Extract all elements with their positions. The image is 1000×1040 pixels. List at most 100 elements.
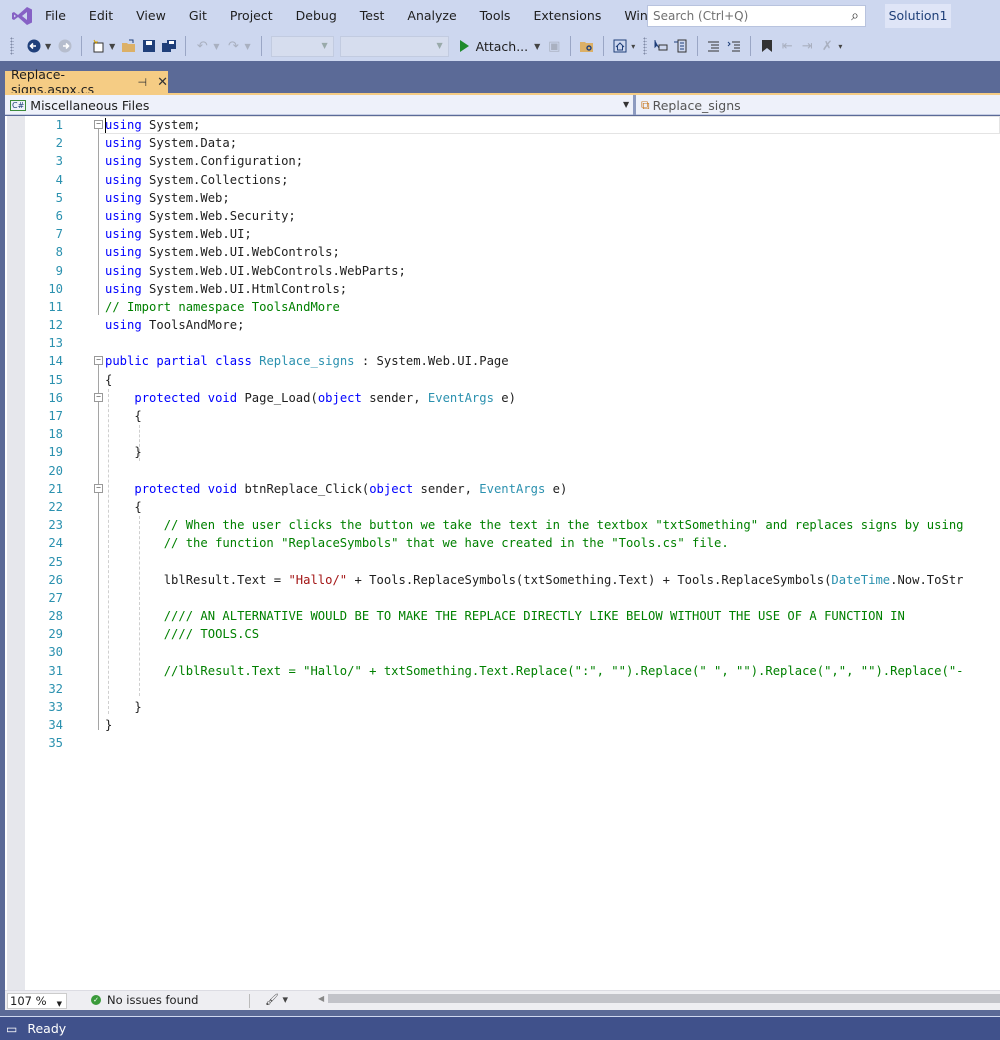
menu-git[interactable]: Git [177, 0, 218, 31]
menu-edit[interactable]: Edit [77, 0, 124, 31]
code-line[interactable]: 34} [5, 716, 1000, 734]
code-line[interactable]: 31 //lblResult.Text = "Hallo/" + txtSome… [5, 662, 1000, 680]
collapse-icon[interactable]: − [94, 120, 103, 129]
code-line[interactable]: 24 // the function "ReplaceSymbols" that… [5, 534, 1000, 552]
comment-icon[interactable] [672, 35, 690, 57]
collapse-icon[interactable]: − [94, 483, 103, 493]
code-line[interactable]: 16 − protected void Page_Load(object send… [5, 389, 1000, 407]
select-icon[interactable] [652, 35, 670, 57]
code-cleanup-icon[interactable]: 🖌 ▾ [265, 993, 288, 1006]
new-project-icon[interactable] [89, 35, 107, 57]
collapse-icon[interactable]: − [94, 392, 103, 402]
outdent-icon[interactable] [705, 35, 723, 57]
code-line[interactable]: 2 using System.Data; [5, 134, 1000, 152]
code-line[interactable]: 7 using System.Web.UI; [5, 225, 1000, 243]
new-project-dropdown-caret[interactable]: ▼ [109, 42, 115, 51]
toolbar-grip[interactable] [643, 37, 648, 55]
code-line[interactable]: 1 − using System; [5, 116, 1000, 134]
type-dropdown[interactable]: ⧉ Replace_signs [641, 95, 741, 115]
code-line[interactable]: 35 [5, 734, 1000, 752]
solution-platform-combo[interactable]: ▼ [339, 35, 449, 57]
attach-button[interactable]: Attach... ▼ [459, 39, 545, 54]
code-line[interactable]: 27 [5, 589, 1000, 607]
output-window-icon[interactable]: ▭ [6, 1022, 17, 1036]
open-folder-icon[interactable] [120, 35, 138, 57]
search-input[interactable]: Search (Ctrl+Q) ⌕ [647, 5, 866, 27]
issues-indicator[interactable]: ✓ No issues found [91, 993, 198, 1007]
back-icon[interactable] [25, 35, 43, 57]
code-line[interactable]: 6 using System.Web.Security; [5, 207, 1000, 225]
code-line[interactable]: 20 [5, 462, 1000, 480]
save-icon[interactable] [140, 35, 158, 57]
horizontal-scrollbar[interactable] [328, 994, 1000, 1003]
code-line[interactable]: 19 } [5, 443, 1000, 461]
code-text: using System.Web.UI.HtmlControls; [105, 281, 348, 296]
code-line[interactable]: 25 [5, 553, 1000, 571]
code-line[interactable]: 21 − protected void btnReplace_Click(obje… [5, 480, 1000, 498]
collapse-icon[interactable]: − [94, 356, 103, 366]
code-line[interactable]: 12 using ToolsAndMore; [5, 316, 1000, 334]
menu-test[interactable]: Test [348, 0, 396, 31]
zoom-level-combo[interactable]: 107 % ▼ [7, 993, 67, 1009]
code-line[interactable]: 30 [5, 643, 1000, 661]
code-line[interactable]: 23 // When the user clicks the button we… [5, 516, 1000, 534]
code-line[interactable]: 15 { [5, 371, 1000, 389]
indent-icon[interactable] [725, 35, 743, 57]
menu-analyze[interactable]: Analyze [395, 0, 467, 31]
code-line[interactable]: 11 // Import namespace ToolsAndMore [5, 298, 1000, 316]
next-bookmark-icon[interactable]: ⇥ [798, 35, 816, 57]
code-line[interactable]: 18 [5, 425, 1000, 443]
code-line[interactable]: 8 using System.Web.UI.WebControls; [5, 243, 1000, 261]
forward-icon[interactable] [56, 35, 74, 57]
menu-view[interactable]: View [124, 0, 177, 31]
clear-bookmark-icon[interactable]: ✗ [818, 35, 836, 57]
toolbar-overflow-icon[interactable]: ▾ [838, 42, 842, 51]
prev-bookmark-icon[interactable]: ⇤ [778, 35, 796, 57]
attach-dropdown-caret[interactable]: ▼ [534, 42, 540, 51]
menu-tools[interactable]: Tools [468, 0, 522, 31]
chevron-down-icon[interactable]: ▼ [623, 100, 629, 109]
code-line[interactable]: 4 using System.Collections; [5, 171, 1000, 189]
search-icon[interactable]: ⌕ [851, 8, 859, 24]
code-line[interactable]: 5 using System.Web; [5, 189, 1000, 207]
pin-icon[interactable]: ⊣ [138, 76, 148, 89]
toolbar-overflow-icon[interactable]: ▾ [631, 42, 635, 51]
navbar-splitter[interactable] [633, 95, 636, 115]
toolbar-grip[interactable] [10, 37, 14, 55]
undo-icon[interactable]: ↶ [193, 35, 211, 57]
code-text: lblResult.Text = "Hallo/" + Tools.Replac… [105, 572, 964, 587]
tab-replace-signs[interactable]: Replace-signs.aspx.cs ⊣ ✕ [5, 67, 168, 97]
code-line[interactable]: 10 using System.Web.UI.HtmlControls; [5, 280, 1000, 298]
home-icon[interactable] [611, 35, 629, 57]
solution-name-badge[interactable]: Solution1 [885, 4, 951, 28]
code-line[interactable]: 28 //// AN ALTERNATIVE WOULD BE TO MAKE … [5, 607, 1000, 625]
code-line[interactable]: 14 − public partial class Replace_signs : … [5, 352, 1000, 370]
undo-dropdown-caret[interactable]: ▼ [213, 42, 219, 51]
code-line[interactable]: 33 } [5, 698, 1000, 716]
code-line[interactable]: 29 //// TOOLS.CS [5, 625, 1000, 643]
solution-configuration-combo[interactable]: ▼ [270, 35, 334, 57]
save-all-icon[interactable] [160, 35, 178, 57]
menu-file[interactable]: File [43, 0, 77, 31]
code-line[interactable]: 22 { [5, 498, 1000, 516]
code-line[interactable]: 3 using System.Configuration; [5, 152, 1000, 170]
menu-debug[interactable]: Debug [284, 0, 348, 31]
code-editor[interactable]: 1− using System; 2 using System.Data; 3 using… [5, 116, 1000, 990]
menu-project[interactable]: Project [218, 0, 284, 31]
redo-dropdown-caret[interactable]: ▼ [244, 42, 250, 51]
scroll-left-icon[interactable]: ◀ [318, 994, 324, 1003]
code-line[interactable]: 9 using System.Web.UI.WebControls.WebPart… [5, 262, 1000, 280]
code-line[interactable]: 17 { [5, 407, 1000, 425]
attach-process-icon[interactable]: ▣ [545, 35, 563, 57]
close-icon[interactable]: ✕ [157, 75, 168, 90]
code-line[interactable]: 26 lblResult.Text = "Hallo/" + Tools.Rep… [5, 571, 1000, 589]
project-dropdown[interactable]: C# Miscellaneous Files [5, 95, 632, 115]
code-line[interactable]: 13 [5, 334, 1000, 352]
back-dropdown-caret[interactable]: ▼ [45, 42, 51, 51]
redo-icon[interactable]: ↷ [224, 35, 242, 57]
bookmark-icon[interactable] [758, 35, 776, 57]
code-line[interactable]: 32 [5, 680, 1000, 698]
menu-extensions[interactable]: Extensions [521, 0, 612, 31]
visual-studio-logo-icon[interactable] [11, 6, 33, 26]
find-in-files-icon[interactable] [578, 35, 596, 57]
